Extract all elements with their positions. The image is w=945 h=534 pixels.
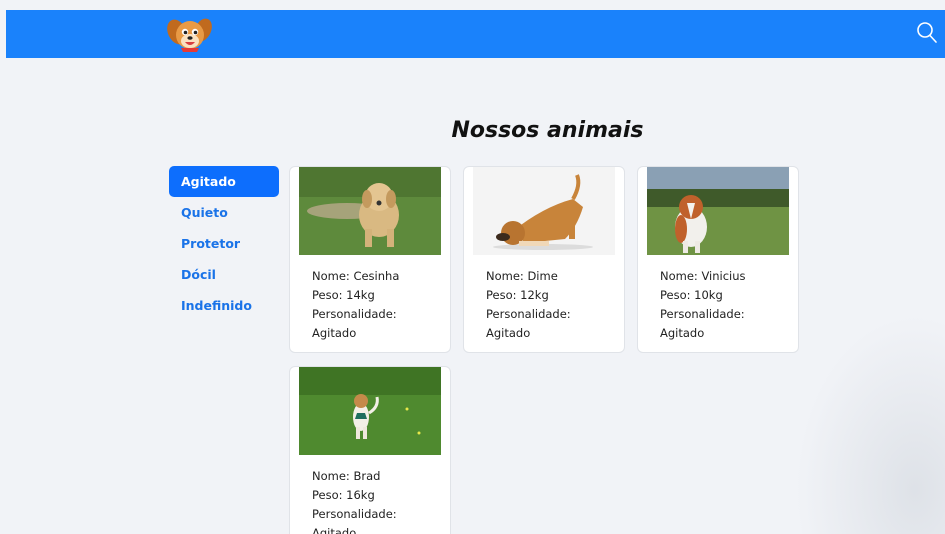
animal-personality-label: Personalidade: bbox=[312, 507, 397, 521]
animal-card[interactable]: Nome: Cesinha Peso: 14kg Personalidade: … bbox=[289, 166, 451, 353]
sidebar-item-agitado[interactable]: Agitado bbox=[169, 166, 279, 197]
animal-personality: Agitado bbox=[312, 326, 357, 340]
sidebar-item-indefinido[interactable]: Indefinido bbox=[169, 290, 279, 321]
animal-weight: Peso: 10kg bbox=[660, 288, 723, 302]
animal-card[interactable]: Nome: Dime Peso: 12kg Personalidade: Agi… bbox=[463, 166, 625, 353]
animal-info: Nome: Dime Peso: 12kg Personalidade: Agi… bbox=[486, 267, 621, 343]
search-icon bbox=[917, 22, 937, 43]
animal-name: Nome: Vinicius bbox=[660, 269, 746, 283]
animal-photo bbox=[299, 367, 441, 455]
animal-personality-label: Personalidade: bbox=[660, 307, 745, 321]
sidebar-item-protetor[interactable]: Protetor bbox=[169, 228, 279, 259]
animal-name: Nome: Brad bbox=[312, 469, 381, 483]
animal-personality: Agitado bbox=[660, 326, 705, 340]
animal-personality: Agitado bbox=[312, 526, 357, 534]
page-title: Nossos animais bbox=[451, 118, 644, 143]
search-button[interactable] bbox=[915, 20, 939, 46]
animal-info: Nome: Vinicius Peso: 10kg Personalidade:… bbox=[660, 267, 795, 343]
animal-name: Nome: Cesinha bbox=[312, 269, 400, 283]
animal-card[interactable]: Nome: Vinicius Peso: 10kg Personalidade:… bbox=[637, 166, 799, 353]
animal-personality-label: Personalidade: bbox=[312, 307, 397, 321]
animal-info: Nome: Cesinha Peso: 14kg Personalidade: … bbox=[312, 267, 447, 343]
animal-weight: Peso: 16kg bbox=[312, 488, 375, 502]
sidebar-item-docil[interactable]: Dócil bbox=[169, 259, 279, 290]
animal-photo bbox=[473, 167, 615, 255]
sidebar-item-quieto[interactable]: Quieto bbox=[169, 197, 279, 228]
animal-info: Nome: Brad Peso: 16kg Personalidade: Agi… bbox=[312, 467, 447, 534]
personality-filter-sidebar: Agitado Quieto Protetor Dócil Indefinido bbox=[169, 166, 279, 321]
animal-weight: Peso: 12kg bbox=[486, 288, 549, 302]
background-shade bbox=[795, 314, 945, 534]
top-navbar bbox=[6, 10, 945, 58]
animal-photo bbox=[299, 167, 441, 255]
animal-card[interactable]: Nome: Brad Peso: 16kg Personalidade: Agi… bbox=[289, 366, 451, 534]
puppy-logo-icon[interactable] bbox=[159, 12, 219, 56]
animal-name: Nome: Dime bbox=[486, 269, 558, 283]
animal-photo bbox=[647, 167, 789, 255]
animal-personality-label: Personalidade: bbox=[486, 307, 571, 321]
animal-weight: Peso: 14kg bbox=[312, 288, 375, 302]
animal-personality: Agitado bbox=[486, 326, 531, 340]
